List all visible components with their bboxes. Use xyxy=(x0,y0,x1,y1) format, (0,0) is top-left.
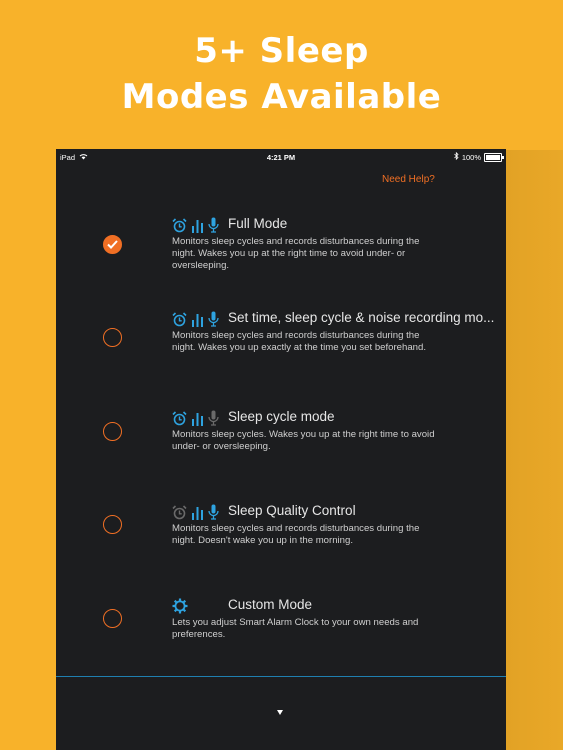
promo-line-2: Modes Available xyxy=(121,77,442,117)
mode-icons xyxy=(172,598,188,614)
mode-row-set-time[interactable]: Set time, sleep cycle & noise recording … xyxy=(56,303,506,393)
alarm-icon xyxy=(172,217,187,232)
mode-radio[interactable] xyxy=(103,422,122,441)
divider xyxy=(56,676,506,677)
microphone-icon-disabled xyxy=(208,410,219,426)
mode-radio-selected[interactable] xyxy=(103,235,122,254)
mode-description: Monitors sleep cycles and records distur… xyxy=(172,236,420,271)
mode-radio[interactable] xyxy=(103,328,122,347)
mode-icons xyxy=(172,311,219,327)
promo-line-1: 5+ Sleep xyxy=(194,31,369,71)
sleep-cycle-icon xyxy=(192,313,203,327)
status-bar: iPad 4:21 PM 100% xyxy=(56,149,506,165)
battery-icon xyxy=(484,152,504,162)
bluetooth-icon xyxy=(454,151,459,162)
alarm-icon xyxy=(172,410,187,425)
mode-description: Lets you adjust Smart Alarm Clock to you… xyxy=(172,617,419,640)
decorative-shadow xyxy=(506,150,563,750)
status-right: 100% xyxy=(454,151,504,162)
mode-row-custom[interactable]: Custom Mode Lets you adjust Smart Alarm … xyxy=(56,591,506,681)
mode-row-sleep-cycle[interactable]: Sleep cycle mode Monitors sleep cycles. … xyxy=(56,403,506,493)
expand-down-arrow-icon[interactable] xyxy=(277,710,283,715)
microphone-icon xyxy=(208,504,219,520)
microphone-icon xyxy=(208,311,219,327)
mode-title: Sleep Quality Control xyxy=(228,503,356,518)
sleep-cycle-icon xyxy=(192,219,203,233)
microphone-icon xyxy=(208,217,219,233)
mode-icons xyxy=(172,504,219,520)
alarm-icon xyxy=(172,311,187,326)
mode-row-sleep-quality[interactable]: Sleep Quality Control Monitors sleep cyc… xyxy=(56,497,506,587)
mode-title: Custom Mode xyxy=(228,597,313,612)
status-time: 4:21 PM xyxy=(266,153,296,162)
mode-description: Monitors sleep cycles. Wakes you up at t… xyxy=(172,429,435,452)
sleep-cycle-icon xyxy=(192,412,203,426)
mode-description: Monitors sleep cycles and records distur… xyxy=(172,523,420,546)
mode-description: Monitors sleep cycles and records distur… xyxy=(172,330,427,353)
device-screen: iPad 4:21 PM 100% Need Help? Full Mode M… xyxy=(56,149,506,750)
mode-title: Set time, sleep cycle & noise recording … xyxy=(228,310,495,325)
gear-icon xyxy=(172,598,188,614)
mode-icons xyxy=(172,217,219,233)
promo-headline: 5+ Sleep Modes Available xyxy=(0,28,563,120)
mode-radio[interactable] xyxy=(103,515,122,534)
alarm-icon-disabled xyxy=(172,504,187,519)
mode-icons xyxy=(172,410,219,426)
mode-title: Full Mode xyxy=(228,216,288,231)
checkmark-icon xyxy=(107,240,118,249)
mode-radio[interactable] xyxy=(103,609,122,628)
mode-row-full[interactable]: Full Mode Monitors sleep cycles and reco… xyxy=(56,209,506,299)
sleep-cycle-icon xyxy=(192,506,203,520)
mode-title: Sleep cycle mode xyxy=(228,409,335,424)
need-help-link[interactable]: Need Help? xyxy=(382,174,435,185)
battery-percent: 100% xyxy=(461,152,481,162)
